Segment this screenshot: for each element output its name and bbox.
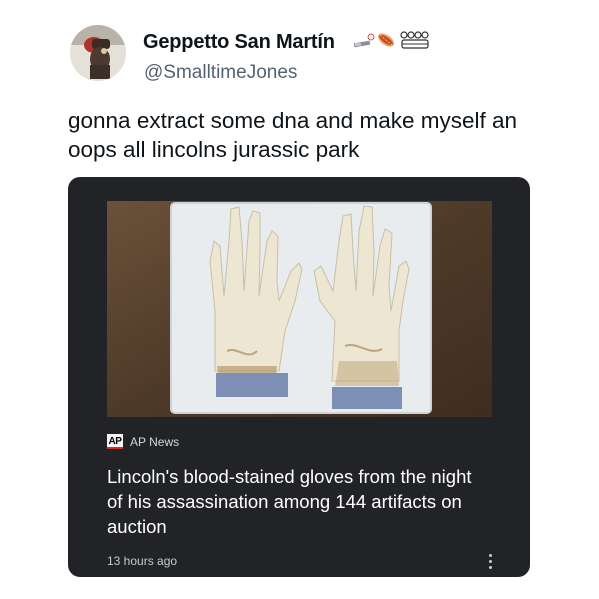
hotdog-icon — [378, 33, 394, 47]
card-headline[interactable]: Lincoln's blood-stained gloves from the … — [107, 464, 487, 539]
baseball-bat-ball-icon — [353, 33, 375, 48]
ap-logo: AP — [107, 434, 123, 449]
display-name[interactable]: Geppetto San Martín — [143, 31, 335, 54]
gloves-photo — [107, 201, 492, 417]
link-card[interactable]: AP AP News Lincoln's blood-stained glove… — [68, 177, 530, 577]
card-timestamp: 13 hours ago — [107, 554, 178, 568]
avatar-icon — [70, 25, 126, 81]
name-emojis — [352, 28, 432, 52]
more-vertical-icon[interactable] — [484, 551, 498, 571]
user-handle[interactable]: @SmalltimeJones — [144, 62, 297, 84]
source-name[interactable]: AP News — [130, 435, 179, 449]
card-image[interactable] — [107, 201, 492, 417]
tweet-text: gonna extract some dna and make myself a… — [68, 108, 518, 162]
crowd-icon — [400, 31, 429, 49]
avatar[interactable] — [70, 25, 126, 81]
